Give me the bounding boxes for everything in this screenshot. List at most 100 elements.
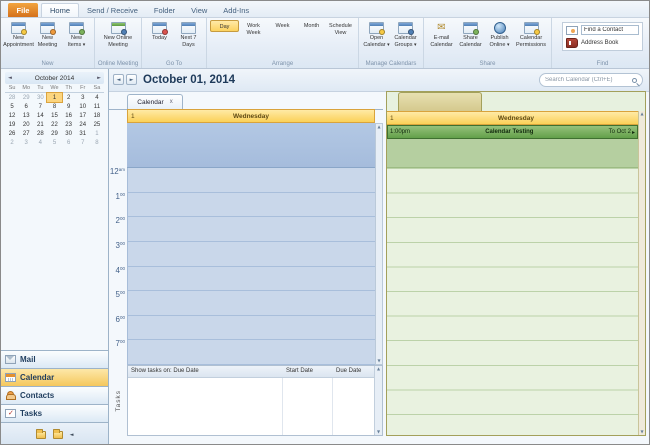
configure-buttons-icon[interactable]: ◄ [70, 432, 74, 438]
sidebar-item-mail[interactable]: Mail [1, 350, 108, 368]
minical-day[interactable]: 3 [76, 93, 90, 102]
file-tab[interactable]: File [8, 3, 38, 17]
publish-online-button[interactable]: Publish Online ▾ [485, 20, 514, 48]
tasks-scrollbar[interactable]: ▲ ▼ [374, 366, 382, 435]
next-7-days-button[interactable]: Next 7 Days [174, 20, 203, 48]
sidebar-item-tasks[interactable]: ✓ Tasks [1, 404, 108, 422]
minical-day[interactable]: 2 [62, 93, 76, 102]
overlay-scrollbar[interactable]: ▲ ▼ [638, 111, 645, 435]
minical-day[interactable]: 8 [90, 138, 104, 147]
minical-day[interactable]: 6 [19, 102, 33, 111]
minical-day-selected[interactable]: 1 [46, 92, 63, 103]
scroll-down-icon[interactable]: ▼ [377, 359, 380, 363]
next-month-icon[interactable]: ► [97, 75, 101, 81]
minical-day[interactable]: 28 [33, 129, 47, 138]
scroll-up-icon[interactable]: ▲ [640, 112, 643, 116]
day-view-button[interactable]: Day [210, 20, 473, 314]
tasks-pane-header[interactable]: Show tasks on: Due Date Start Date Due D… [128, 366, 374, 378]
calendar-permissions-button[interactable]: Calendar Permissions [514, 20, 548, 48]
overlay-calendar-tab[interactable] [398, 92, 482, 111]
overlay-time-grid[interactable] [387, 168, 638, 435]
minical-day[interactable]: 26 [5, 129, 19, 138]
new-online-meeting-button[interactable]: New Online Meeting [98, 20, 138, 48]
address-book-button[interactable]: Address Book [566, 38, 639, 48]
minical-day[interactable]: 20 [19, 120, 33, 129]
hour-slot[interactable] [128, 267, 375, 292]
minical-day[interactable]: 19 [5, 120, 19, 129]
minical-day[interactable]: 12 [5, 111, 19, 120]
minical-day[interactable]: 13 [19, 111, 33, 120]
minical-day[interactable]: 22 [47, 120, 61, 129]
day-view-scrollbar[interactable]: ▲ ▼ [375, 123, 383, 365]
calendar-groups-button[interactable]: Calendar Groups ▾ [391, 20, 420, 48]
overlay-shaded-band[interactable] [387, 139, 638, 168]
all-day-event-area[interactable] [127, 123, 375, 168]
tab-home[interactable]: Home [41, 3, 80, 17]
open-calendar-button[interactable]: Open Calendar ▾ [362, 20, 391, 48]
hour-slot[interactable] [128, 340, 375, 365]
new-appointment-button[interactable]: New Appointment [3, 20, 34, 48]
tab-send-receive[interactable]: Send / Receive [79, 3, 146, 17]
schedule-view-button[interactable]: Schedule View [225, 20, 473, 314]
search-box[interactable] [539, 73, 643, 87]
minical-day[interactable]: 2 [5, 138, 19, 147]
tab-folder[interactable]: Folder [146, 3, 183, 17]
hour-slot[interactable] [128, 242, 375, 267]
minical-day[interactable]: 11 [90, 102, 104, 111]
find-contact-input[interactable] [581, 25, 639, 35]
minical-day[interactable]: 4 [33, 138, 47, 147]
minical-day[interactable]: 7 [76, 138, 90, 147]
day-column-header[interactable]: 1 Wednesday [127, 109, 375, 123]
tab-add-ins[interactable]: Add-Ins [215, 3, 257, 17]
minical-day[interactable]: 6 [62, 138, 76, 147]
email-calendar-button[interactable]: ✉ E-mail Calendar [427, 20, 456, 48]
minical-day[interactable]: 5 [47, 138, 61, 147]
today-button[interactable]: Today [145, 20, 174, 42]
minical-day[interactable]: 16 [62, 111, 76, 120]
shortcuts-folder-icon[interactable] [35, 428, 46, 439]
minical-day[interactable]: 28 [5, 93, 19, 102]
minical-day[interactable]: 21 [33, 120, 47, 129]
hour-slot[interactable] [128, 193, 375, 218]
minical-day[interactable]: 5 [5, 102, 19, 111]
start-date-column-header[interactable]: Start Date [286, 368, 313, 374]
hour-slot[interactable] [128, 291, 375, 316]
minical-day[interactable]: 29 [19, 93, 33, 102]
share-calendar-button[interactable]: Share Calendar [456, 20, 485, 48]
month-view-button[interactable]: Month [225, 20, 473, 314]
show-tasks-on-label[interactable]: Show tasks on: Due Date [131, 368, 199, 374]
minical-day[interactable]: 25 [90, 120, 104, 129]
folder-list-icon[interactable] [52, 428, 63, 439]
new-meeting-button[interactable]: New Meeting [33, 20, 62, 48]
new-items-button[interactable]: New Items ▾ [62, 20, 91, 48]
minical-day[interactable]: 17 [76, 111, 90, 120]
minical-day[interactable]: 3 [19, 138, 33, 147]
hour-slot[interactable] [128, 168, 375, 193]
minical-day[interactable]: 15 [47, 111, 61, 120]
minical-day[interactable]: 4 [90, 93, 104, 102]
due-date-column-header[interactable]: Due Date [336, 368, 361, 374]
minical-day[interactable]: 7 [33, 102, 47, 111]
hour-slot[interactable] [128, 316, 375, 341]
minical-day[interactable]: 8 [47, 102, 61, 111]
minical-day[interactable]: 30 [62, 129, 76, 138]
sidebar-item-calendar[interactable]: Calendar [1, 368, 108, 386]
minical-day[interactable]: 1 [90, 129, 104, 138]
overlay-day-header[interactable]: 1 Wednesday [387, 111, 645, 125]
minical-day[interactable]: 23 [62, 120, 76, 129]
sidebar-item-contacts[interactable]: Contacts [1, 386, 108, 404]
minical-day[interactable]: 31 [76, 129, 90, 138]
minical-day[interactable]: 30 [33, 93, 47, 102]
work-week-view-button[interactable]: Work Week [225, 20, 473, 314]
minical-day[interactable]: 10 [76, 102, 90, 111]
close-tab-icon[interactable]: x [170, 99, 173, 105]
minical-day[interactable]: 9 [62, 102, 76, 111]
hour-slot[interactable] [128, 217, 375, 242]
search-input[interactable] [545, 77, 629, 83]
minical-day[interactable]: 27 [19, 129, 33, 138]
scroll-down-icon[interactable]: ▼ [640, 430, 643, 434]
back-button[interactable]: ◄ [113, 74, 124, 85]
appointment-calendar-testing[interactable]: 1:00pm Calendar Testing To Oct 2 ▸ [387, 125, 638, 139]
week-view-button[interactable]: Week [225, 20, 473, 314]
scroll-down-icon[interactable]: ▼ [377, 430, 380, 434]
